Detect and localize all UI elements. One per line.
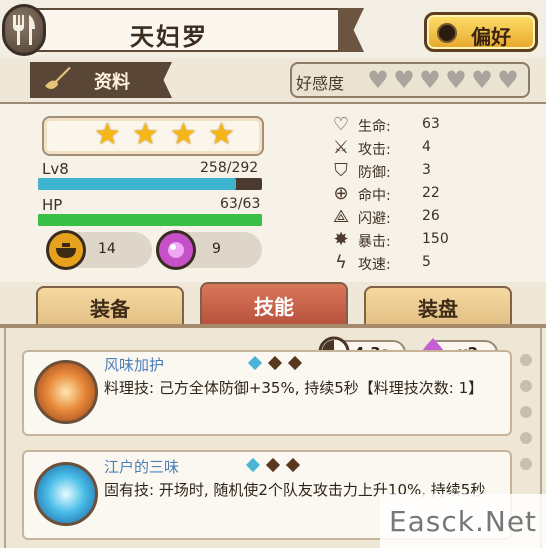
level-bar-fill: [38, 178, 237, 190]
skill-description: 料理技: 己方全体防御+35%, 持续5秒【料理技次数: 1】: [104, 379, 484, 397]
crit-icon: ✸: [333, 229, 349, 250]
heart-icon: ♡: [332, 114, 350, 135]
star-icon: ★: [94, 117, 121, 152]
purple-gem-icon: [156, 230, 196, 270]
crosshair-icon: ⊕: [333, 183, 349, 204]
attack-icon: ⚔: [332, 137, 350, 158]
stat-value: 4: [422, 139, 431, 155]
star-icon: ★: [208, 117, 235, 152]
resource-pot-count: 14: [98, 241, 116, 257]
stat-value: 5: [422, 254, 431, 270]
favor-hearts: ♥ ♥ ♥ ♥ ♥ ♥: [366, 68, 520, 92]
stat-value: 63: [422, 116, 440, 132]
fork-knife-icon: [13, 15, 35, 45]
stat-row-crit: ✸ 暴击: 150: [330, 229, 530, 251]
level-bar: [38, 178, 262, 190]
hp-bar-fill: [38, 214, 262, 226]
stat-value: 26: [422, 208, 440, 224]
hp-bar: [38, 214, 262, 226]
stat-label: 暴击:: [358, 234, 391, 250]
stat-label: 防御:: [358, 165, 391, 181]
speed-icon: ϟ: [335, 252, 347, 273]
skill-name: 风味加护: [104, 356, 165, 374]
stat-label: 攻速:: [358, 257, 391, 273]
stat-row-defense: ⛉ 防御: 3: [330, 160, 530, 182]
stat-value: 3: [422, 162, 431, 178]
stat-label: 命中:: [358, 188, 391, 204]
watermark: Easck.Net: [380, 494, 546, 548]
skill-flame-icon: [34, 360, 98, 424]
favor-label: 好感度: [296, 74, 345, 93]
scroll-dot: [520, 354, 532, 366]
heart-icon: ♥: [497, 66, 519, 94]
scroll-dot: [520, 380, 532, 392]
preference-label: 偏好: [471, 25, 511, 49]
level-label: Lv8: [42, 160, 69, 178]
hp-label: HP: [42, 196, 63, 214]
stat-label: 攻击:: [358, 142, 391, 158]
skill-crystal-icon: [34, 462, 98, 526]
scroll-dot: [520, 432, 532, 444]
pot-icon: [46, 230, 86, 270]
star-icon: ★: [132, 117, 159, 152]
scroll-dot: [520, 458, 532, 470]
preference-dot-icon: [437, 23, 457, 43]
preference-button[interactable]: 偏好: [424, 12, 538, 52]
dodge-icon: ⟁: [332, 206, 350, 227]
heart-icon: ♥: [445, 66, 467, 94]
stat-row-speed: ϟ 攻速: 5: [330, 252, 530, 274]
heart-icon: ♥: [367, 66, 389, 94]
heart-icon: ♥: [419, 66, 441, 94]
heart-icon: ♥: [471, 66, 493, 94]
page-title: 天妇罗: [130, 23, 208, 51]
stat-label: 生命:: [358, 119, 391, 135]
stat-label: 闪避:: [358, 211, 391, 227]
heart-icon: ♥: [393, 66, 415, 94]
info-tab-label: 资料: [94, 72, 130, 93]
skill-name: 江户的三味: [104, 458, 180, 476]
stat-value: 22: [422, 185, 440, 201]
ladle-icon: [40, 66, 76, 94]
stat-row-hit: ⊕ 命中: 22: [330, 183, 530, 205]
resource-gem-count: 9: [212, 241, 221, 257]
hp-value: 63/63: [220, 196, 261, 212]
level-value: 258/292: [200, 160, 259, 176]
back-button[interactable]: [2, 4, 46, 56]
stat-row-dodge: ⟁ 闪避: 26: [330, 206, 530, 228]
stat-row-attack: ⚔ 攻击: 4: [330, 137, 530, 159]
tab-skills[interactable]: 技能: [200, 282, 348, 326]
star-icon: ★: [170, 117, 197, 152]
scroll-dot: [520, 406, 532, 418]
stat-value: 150: [422, 231, 449, 247]
shield-icon: ⛉: [334, 160, 348, 181]
tab-equipment[interactable]: 装备: [36, 286, 184, 326]
rarity-stars: ★ ★ ★ ★: [94, 118, 236, 152]
stat-row-hp: ♡ 生命: 63: [330, 114, 530, 136]
tab-plating[interactable]: 装盘: [364, 286, 512, 326]
